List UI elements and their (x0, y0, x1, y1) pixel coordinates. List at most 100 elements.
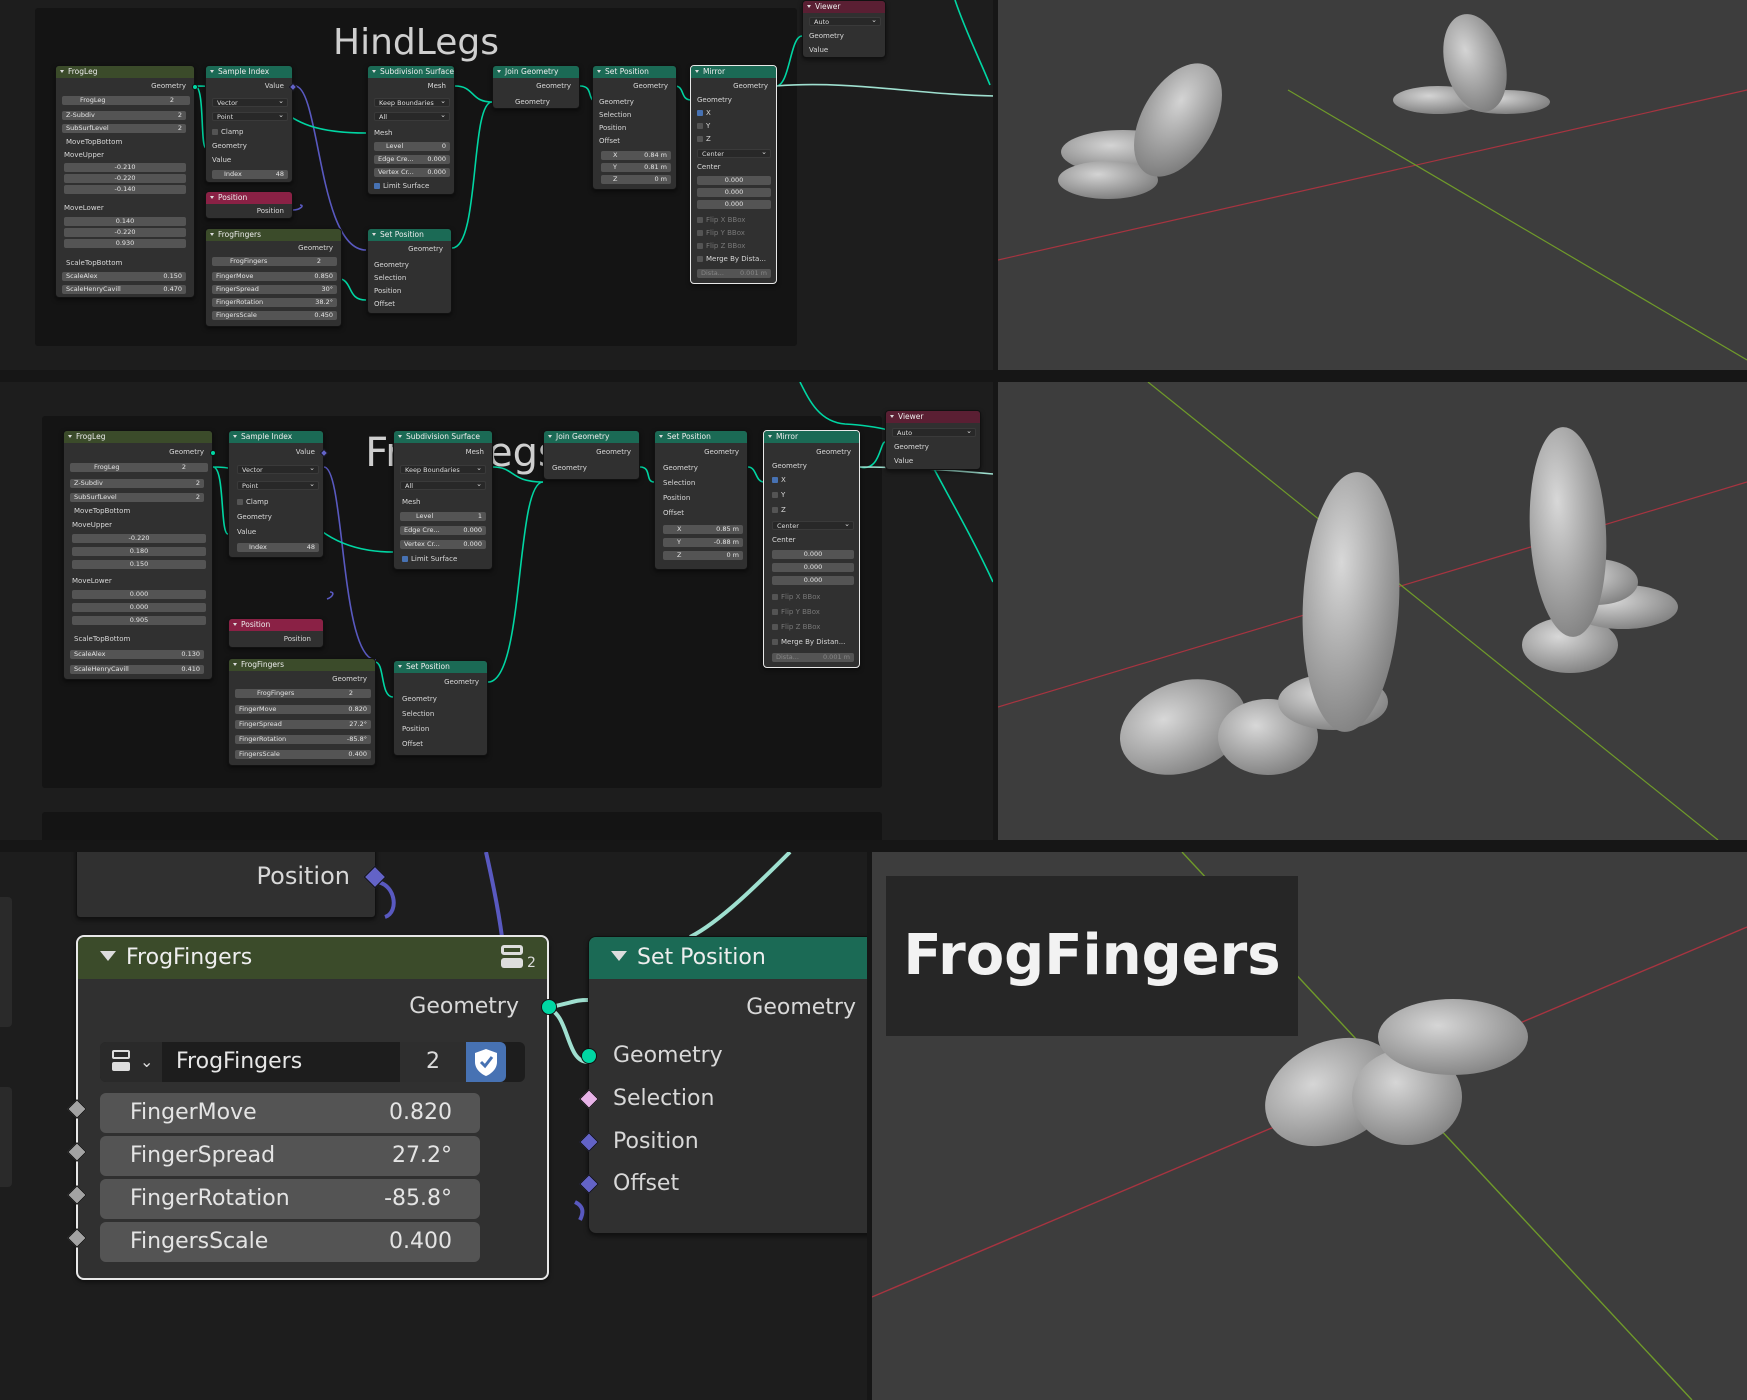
upper-z[interactable]: -0.140 (64, 185, 186, 194)
set-position-node[interactable]: Set Position Geometry Geometry Selection… (579, 936, 867, 1234)
clamp-checkbox[interactable]: Clamp (237, 498, 268, 507)
data-type-dropdown[interactable]: Vector (237, 464, 319, 474)
output-position-socket[interactable] (363, 865, 387, 889)
set-position-node-2[interactable]: Set Position Geometry Geometry Selection… (393, 660, 488, 756)
set-position-header[interactable]: Set Position (589, 937, 867, 979)
mirror-header[interactable]: Mirror (764, 431, 859, 443)
set-position-header[interactable]: Set Position (394, 661, 487, 673)
upper-y[interactable]: -0.220 (64, 174, 186, 183)
finger-rotation-field[interactable]: FingerRotation 38.2° (212, 298, 337, 307)
frogfingers-node[interactable]: FrogFingers 2 Geometry ⌄ FrogFingers 2 F… (67, 935, 557, 1280)
position-node-partial[interactable]: Position (76, 852, 387, 918)
upper-y[interactable]: 0.180 (72, 547, 206, 556)
offset-x-field[interactable]: X 0.84 m (601, 151, 671, 160)
frame-next-partial[interactable] (42, 812, 882, 840)
group-selector[interactable]: ⌄ FrogFingers 2 (100, 1042, 525, 1082)
panel-scale-top-bottom[interactable]: ScaleTopBottom (74, 635, 130, 644)
sample-index-header[interactable]: Sample Index (206, 66, 292, 78)
upper-x[interactable]: -0.210 (64, 163, 186, 172)
frogfingers-header[interactable]: FrogFingers (78, 937, 547, 979)
viewer-node[interactable]: Viewer Auto Geometry Value (802, 0, 886, 58)
sample-index-header[interactable]: Sample Index (229, 431, 323, 443)
viewer-node[interactable]: Viewer Auto Geometry Value (885, 410, 981, 470)
join-geometry-node[interactable]: Join Geometry Geometry Geometry (543, 430, 640, 480)
group-user-count[interactable]: 2 (400, 1042, 466, 1082)
distance-field[interactable]: Dista... 0.001 m (697, 269, 771, 278)
output-geometry-socket[interactable] (210, 450, 216, 456)
mirror-header[interactable]: Mirror (691, 66, 776, 78)
fake-user-shield-icon[interactable] (466, 1042, 506, 1082)
output-geometry-socket[interactable] (192, 84, 198, 90)
finger-spread-field[interactable]: FingerSpread 30° (212, 285, 337, 294)
finger-move-field[interactable]: FingerMove 0.850 (212, 272, 337, 281)
finger-move-field[interactable]: FingerMove 0.820 (100, 1093, 480, 1133)
subdivision-surface-node[interactable]: Subdivision Surface Mesh Keep Boundaries… (367, 65, 455, 195)
subsurf-field[interactable]: SubSurfLevel 2 (62, 124, 186, 133)
panel-move-top-bottom[interactable]: MoveTopBottom (66, 138, 122, 147)
fingers-scale-field[interactable]: FingersScale 0.450 (212, 311, 337, 320)
fingers-scale-socket[interactable] (67, 1228, 87, 1248)
flip-x-checkbox[interactable]: Flip X BBox (772, 593, 820, 602)
offset-z-field[interactable]: Z 0 m (601, 175, 671, 184)
set-position-node[interactable]: Set Position Geometry Geometry Selection… (654, 430, 748, 570)
offset-z-field[interactable]: Z 0 m (663, 551, 743, 560)
uv-smooth-dropdown[interactable]: Keep Boundaries (374, 97, 450, 107)
lower-y[interactable]: -0.220 (64, 228, 186, 237)
horizontal-divider[interactable] (0, 370, 1747, 382)
lower-y[interactable]: 0.000 (72, 603, 206, 612)
set-position-header[interactable]: Set Position (593, 66, 676, 78)
z-subdiv-field[interactable]: Z-Subdiv 2 (70, 479, 204, 488)
limit-surface-checkbox[interactable]: Limit Surface (402, 555, 457, 564)
offset-y-field[interactable]: Y 0.81 m (601, 163, 671, 172)
lower-x[interactable]: 0.000 (72, 590, 206, 599)
frogleg-header[interactable]: FrogLeg (64, 431, 212, 443)
position-input-socket[interactable] (579, 1132, 599, 1152)
vertex-crease-field[interactable]: Vertex Cr... 0.000 (400, 540, 486, 549)
limit-surface-checkbox[interactable]: Limit Surface (374, 182, 429, 191)
upper-z[interactable]: 0.150 (72, 560, 206, 569)
flip-y-checkbox[interactable]: Flip Y BBox (772, 608, 820, 617)
group-name[interactable]: FrogFingers (176, 1042, 302, 1082)
frogleg-node[interactable]: FrogLeg Geometry FrogLeg 2 Z-Subdiv 2 SubS… (55, 65, 198, 298)
boundary-dropdown[interactable]: All (400, 480, 486, 490)
offset-input-socket[interactable] (579, 1174, 599, 1194)
selection-input-socket[interactable] (579, 1089, 599, 1109)
position-header[interactable]: Position (206, 192, 292, 204)
geometry-input-socket[interactable] (581, 1048, 597, 1064)
offset-y-field[interactable]: Y -0.88 m (663, 538, 743, 547)
subsurf-field[interactable]: SubSurfLevel 2 (70, 493, 204, 502)
center-z[interactable]: 0.000 (772, 576, 854, 585)
finger-rotation-field[interactable]: FingerRotation -85.8° (100, 1179, 480, 1219)
join-header[interactable]: Join Geometry (544, 431, 639, 443)
viewer-header[interactable]: Viewer (803, 1, 885, 13)
mirror-y-checkbox[interactable]: Y (772, 491, 785, 500)
uv-smooth-dropdown[interactable]: Keep Boundaries (400, 464, 486, 474)
center-x[interactable]: 0.000 (697, 176, 771, 185)
panel-move-top-bottom[interactable]: MoveTopBottom (74, 507, 130, 516)
scale-alex-field[interactable]: ScaleAlex 0.150 (62, 272, 186, 281)
z-subdiv-field[interactable]: Z-Subdiv 2 (62, 111, 186, 120)
offset-x-field[interactable]: X 0.85 m (663, 525, 743, 534)
subdivision-header[interactable]: Subdivision Surface (368, 66, 454, 78)
index-field[interactable]: Index 48 (237, 543, 319, 552)
fingers-scale-field[interactable]: FingersScale 0.400 (100, 1222, 480, 1262)
mirror-x-checkbox[interactable]: X (772, 476, 786, 485)
join-header[interactable]: Join Geometry (493, 66, 579, 78)
mirror-node[interactable]: Mirror Geometry Geometry X Y Z Center Ce… (763, 430, 860, 668)
domain-dropdown[interactable]: Point (237, 480, 319, 490)
output-geometry-socket[interactable] (541, 999, 557, 1015)
node-editor-zoom[interactable]: Position FrogFingers 2 Geometry ⌄ FrogFi… (0, 852, 867, 1400)
node-editor-hindlegs[interactable]: HindLegs FrogLeg Geometry FrogLeg 2 Z-Sub… (0, 0, 995, 370)
viewer-domain-dropdown[interactable]: Auto (809, 16, 881, 26)
set-position-node[interactable]: Set Position Geometry Geometry Selection… (592, 65, 677, 190)
center-y[interactable]: 0.000 (772, 563, 854, 572)
frogfingers-header[interactable]: FrogFingers (206, 229, 341, 241)
sample-index-node[interactable]: Sample Index Value Vector Point Clamp Ge… (228, 430, 329, 558)
merge-checkbox[interactable]: Merge By Dista... (697, 255, 766, 264)
data-type-dropdown[interactable]: Vector (212, 97, 288, 107)
finger-rotation-field[interactable]: FingerRotation -85.8° (235, 735, 371, 744)
position-header[interactable]: Position (229, 619, 323, 631)
center-x[interactable]: 0.000 (772, 550, 854, 559)
scale-henry-field[interactable]: ScaleHenryCavill 0.470 (62, 285, 186, 294)
viewer-domain-dropdown[interactable]: Auto (892, 427, 976, 437)
